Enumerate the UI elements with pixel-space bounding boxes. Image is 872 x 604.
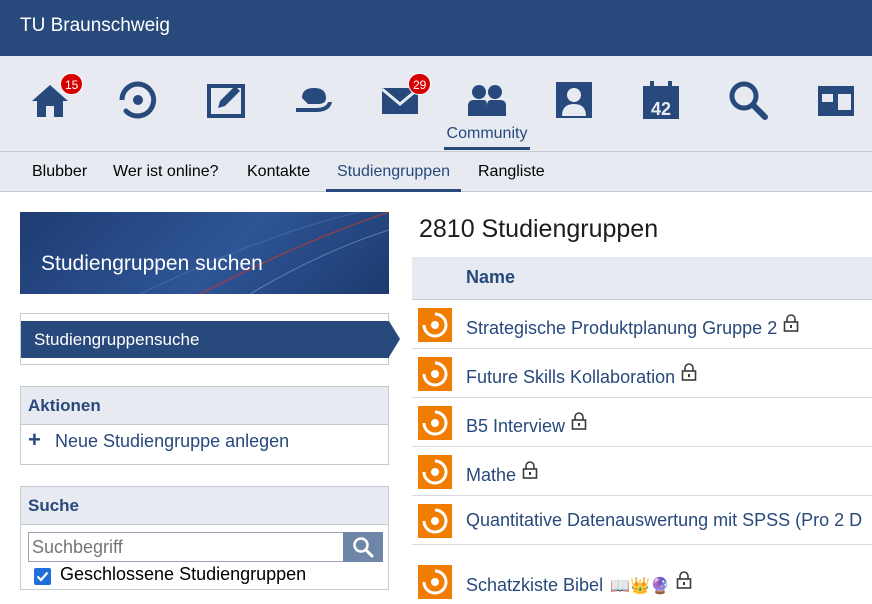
group-avatar-icon <box>418 357 452 391</box>
group-link[interactable]: Mathe <box>466 461 538 486</box>
group-avatar-icon <box>418 455 452 489</box>
lock-icon <box>571 412 587 430</box>
search-icon <box>353 537 374 558</box>
sidebar-navigation: Studiengruppensuche <box>20 313 400 365</box>
tools-icon <box>818 86 854 116</box>
sidebar-header: Studiengruppen suchen <box>20 212 389 294</box>
lock-icon <box>681 363 697 381</box>
top-bar: TU Braunschweig <box>0 0 872 56</box>
nav-courses[interactable] <box>186 56 266 151</box>
group-avatar-icon <box>418 565 452 599</box>
nav-coffee[interactable] <box>274 56 354 151</box>
column-name[interactable]: Name <box>466 267 515 288</box>
svg-text:42: 42 <box>651 99 671 119</box>
closed-groups-label[interactable]: Geschlossene Studiengruppen <box>60 564 306 585</box>
active-arrow <box>389 321 400 357</box>
lock-icon <box>783 314 799 332</box>
check-icon <box>36 571 49 582</box>
tab-studiengruppen[interactable]: Studiengruppen <box>326 152 461 192</box>
search-title: Suche <box>21 487 388 525</box>
activity-icon <box>119 81 157 119</box>
group-link[interactable]: Future Skills Kollaboration <box>466 363 697 388</box>
actions-widget: Aktionen + Neue Studiengruppe anlegen <box>20 386 389 465</box>
search-input[interactable] <box>28 532 344 562</box>
group-avatar-icon <box>418 308 452 342</box>
table-row[interactable]: Quantitative Datenauswertung mit SPSS (P… <box>412 496 872 545</box>
group-avatar-icon <box>418 406 452 440</box>
search-icon <box>729 81 768 120</box>
nav-profile[interactable] <box>534 56 614 151</box>
nav-search[interactable] <box>708 56 788 151</box>
nav-community-label: Community <box>446 125 528 142</box>
group-link[interactable]: Quantitative Datenauswertung mit SPSS (P… <box>466 510 862 531</box>
tab-bar: Blubber Wer ist online? Kontakte Studien… <box>0 151 872 192</box>
tab-blubber[interactable]: Blubber <box>21 152 98 191</box>
table-row[interactable]: Future Skills Kollaboration <box>412 349 872 398</box>
table-row[interactable]: Strategische Produktplanung Gruppe 2 <box>412 300 872 349</box>
plus-icon: + <box>28 427 41 452</box>
tab-kontakte[interactable]: Kontakte <box>236 152 321 191</box>
nav-community[interactable]: Community <box>444 56 530 151</box>
courses-icon <box>207 84 245 118</box>
search-button[interactable] <box>343 532 383 562</box>
group-avatar-icon <box>418 504 452 538</box>
nav-calendar[interactable]: 42 <box>621 56 701 151</box>
nav-tools[interactable] <box>796 56 872 151</box>
group-link[interactable]: Schatzkiste Bibel 📖👑🔮 <box>466 571 692 596</box>
table-row[interactable]: B5 Interview <box>412 398 872 447</box>
sidebar-title: Studiengruppen suchen <box>41 252 263 275</box>
search-widget: Suche Geschlossene Studiengruppen <box>20 486 389 590</box>
icon-navigation: 15 29 Community 42 <box>0 56 872 151</box>
active-indicator <box>444 147 530 150</box>
group-link[interactable]: B5 Interview <box>466 412 587 437</box>
page-title: 2810 Studiengruppen <box>419 215 659 243</box>
table-header: Name <box>412 257 872 300</box>
nav-activity[interactable] <box>98 56 178 151</box>
nav-home[interactable]: 15 <box>10 56 90 151</box>
community-icon <box>468 85 506 116</box>
closed-groups-checkbox[interactable] <box>34 568 51 585</box>
emoji-icons: 📖👑🔮 <box>610 578 670 595</box>
tab-wer-ist-online[interactable]: Wer ist online? <box>102 152 230 191</box>
lock-icon <box>676 571 692 589</box>
group-link[interactable]: Strategische Produktplanung Gruppe 2 <box>466 314 799 339</box>
site-title[interactable]: TU Braunschweig <box>20 15 170 37</box>
new-group-label: Neue Studiengruppe anlegen <box>55 431 290 451</box>
nav-mail[interactable]: 29 <box>360 56 440 151</box>
new-group-link[interactable]: + Neue Studiengruppe anlegen <box>28 427 290 452</box>
table-row[interactable]: Schatzkiste Bibel 📖👑🔮 <box>412 557 872 604</box>
calendar-icon: 42 <box>643 81 679 119</box>
lock-icon <box>522 461 538 479</box>
notification-badge: 15 <box>60 73 84 95</box>
table-row[interactable]: Mathe <box>412 447 872 496</box>
actions-title: Aktionen <box>21 387 388 425</box>
tab-rangliste[interactable]: Rangliste <box>467 152 556 191</box>
sidebar-item-studiengruppensuche[interactable]: Studiengruppensuche <box>21 321 389 358</box>
profile-icon <box>556 82 592 118</box>
coffee-icon <box>296 88 332 112</box>
notification-badge: 29 <box>408 73 432 95</box>
